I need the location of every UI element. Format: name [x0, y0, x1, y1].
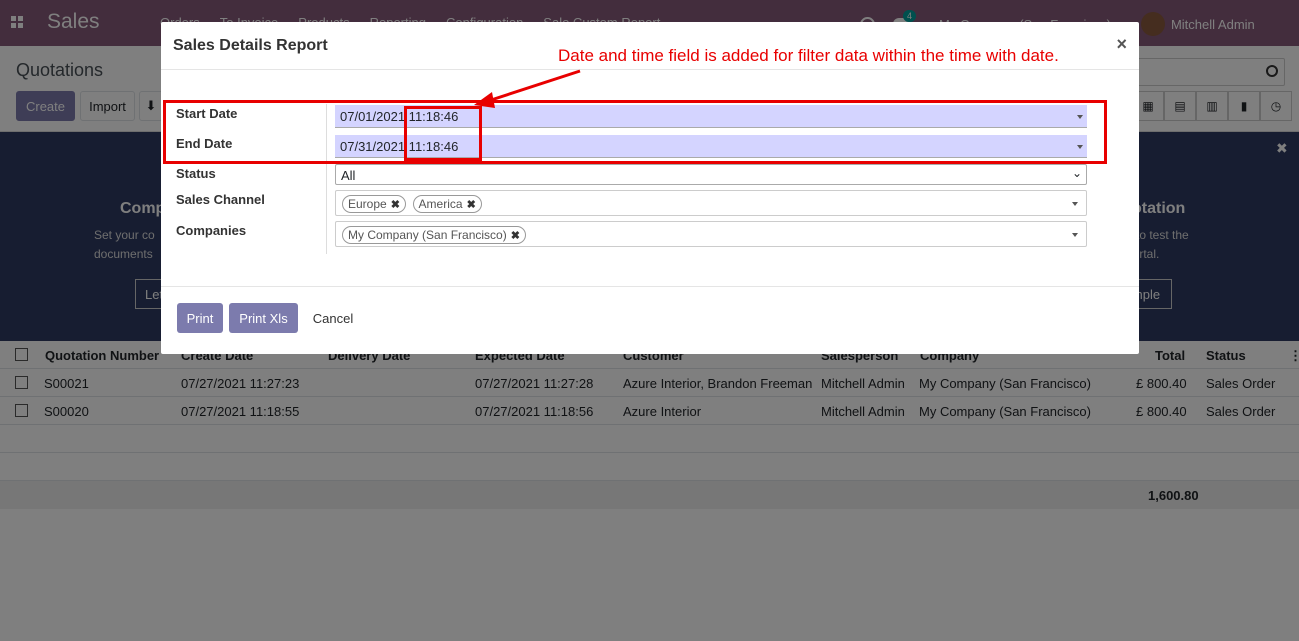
annotation-arrow-icon — [474, 69, 581, 108]
